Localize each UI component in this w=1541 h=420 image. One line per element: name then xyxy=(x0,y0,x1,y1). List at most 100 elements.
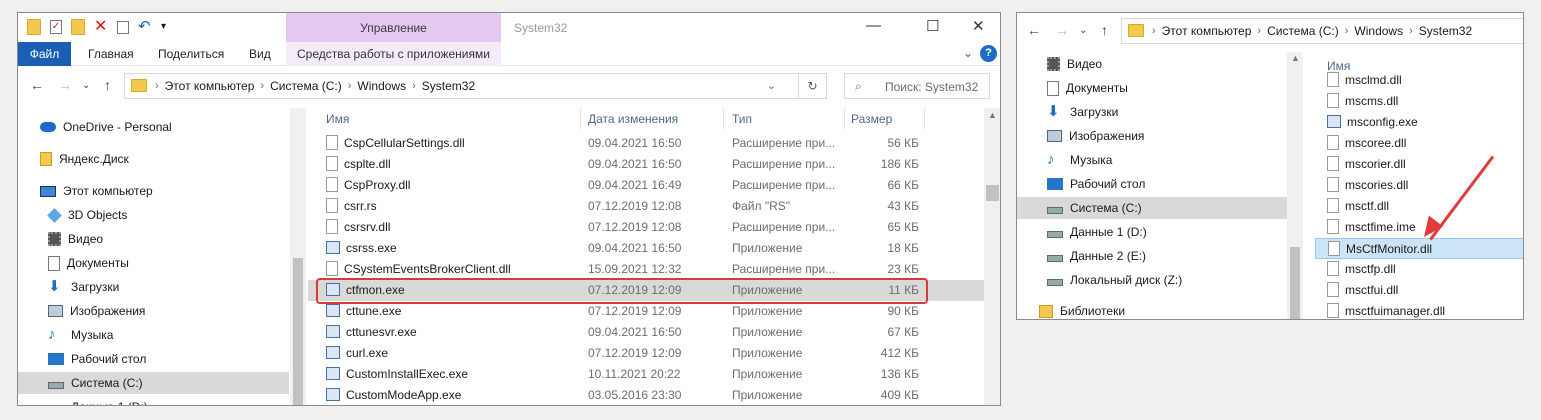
breadcrumb-system-c[interactable]: Система (C:) xyxy=(270,79,342,93)
maximize-button[interactable]: ☐ xyxy=(926,17,939,35)
file-row[interactable]: mscoree.dll xyxy=(1315,133,1523,154)
breadcrumb-system32[interactable]: System32 xyxy=(422,79,475,93)
search-input[interactable]: ⌕ Поиск: System32 xyxy=(844,73,990,99)
file-list-scroll-thumb[interactable] xyxy=(986,185,999,201)
tree-item[interactable]: Система (C:) xyxy=(18,372,289,394)
tree-item[interactable]: ⬇ Загрузки xyxy=(18,276,289,298)
file-row[interactable]: mscms.dll xyxy=(1315,91,1523,112)
delete-icon[interactable]: ✕ xyxy=(94,19,108,35)
forward-button[interactable]: → xyxy=(58,77,72,93)
tree-item[interactable]: Видео xyxy=(18,228,289,250)
forward-button[interactable]: → xyxy=(1055,22,1069,38)
new-folder-icon[interactable] xyxy=(71,19,85,35)
file-row[interactable]: MsCtfMonitor.dll xyxy=(1315,238,1523,259)
tree-item[interactable]: Изображения xyxy=(18,300,289,322)
scroll-up-icon[interactable]: ▲ xyxy=(988,110,997,120)
tree-item[interactable]: OneDrive - Personal xyxy=(18,116,289,138)
address-bar[interactable]: › Этот компьютер › Система (C:) › Window… xyxy=(124,73,827,99)
tree-item[interactable]: Яндекс.Диск xyxy=(18,148,289,170)
file-row[interactable]: msctfp.dll xyxy=(1315,259,1523,280)
tab-home[interactable]: Главная xyxy=(76,42,146,66)
properties-icon[interactable]: ✓ xyxy=(50,20,62,34)
file-row[interactable]: curl.exe 07.12.2019 12:09 Приложение 412 КБ xyxy=(308,343,984,364)
file-row[interactable]: csrsrv.dll 07.12.2019 12:08 Расширение при… xyxy=(308,217,984,238)
minimize-button[interactable]: — xyxy=(866,17,881,34)
up-button[interactable]: ↑ xyxy=(1101,22,1108,38)
recent-dropdown-icon[interactable]: ⌄ xyxy=(82,80,90,91)
tab-app-tools[interactable]: Средства работы с приложениями xyxy=(286,42,501,66)
tree-item[interactable]: Локальный диск (Z:) xyxy=(1017,269,1287,291)
address-dropdown-icon[interactable]: ⌄ xyxy=(767,79,776,92)
tree-item[interactable]: Библиотеки xyxy=(1017,300,1287,319)
file-list-scrollbar[interactable]: ▲ xyxy=(984,108,1000,405)
tab-file[interactable]: Файл xyxy=(18,42,71,66)
file-row[interactable]: msctf.dll xyxy=(1315,196,1523,217)
breadcrumb-this-pc[interactable]: Этот компьютер xyxy=(165,79,255,93)
rename-icon[interactable] xyxy=(117,20,129,34)
tree-item[interactable]: ♪ Музыка xyxy=(18,324,289,346)
breadcrumb-system-c[interactable]: Система (C:) xyxy=(1267,24,1339,38)
file-row[interactable]: cttune.exe 07.12.2019 12:09 Приложение 90 К… xyxy=(308,301,984,322)
tab-share[interactable]: Поделиться xyxy=(146,42,236,66)
breadcrumb-windows[interactable]: Windows xyxy=(357,79,406,93)
tree-item[interactable]: Документы xyxy=(1017,77,1287,99)
file-row[interactable]: CspProxy.dll 09.04.2021 16:49 Расширение п… xyxy=(308,175,984,196)
file-row[interactable]: mscories.dll xyxy=(1315,175,1523,196)
refresh-icon[interactable]: ↻ xyxy=(798,74,826,98)
tree-item[interactable]: 3D Objects xyxy=(18,204,289,226)
manage-tab[interactable]: Управление xyxy=(286,13,501,42)
file-row[interactable]: msclmd.dll xyxy=(1315,70,1523,91)
file-name: msctf.dll xyxy=(1327,196,1389,217)
tree-item[interactable]: Видео xyxy=(1017,53,1287,75)
tree-item[interactable]: Данные 2 (E:) xyxy=(1017,245,1287,267)
file-row[interactable]: cttunesvr.exe 09.04.2021 16:50 Приложение 6… xyxy=(308,322,984,343)
column-header-date[interactable]: Дата изменения xyxy=(588,108,678,130)
file-row[interactable]: CustomModeApp.exe 03.05.2016 23:30 Приложе… xyxy=(308,385,984,405)
folder-icon[interactable] xyxy=(27,19,41,35)
tree-item[interactable]: Данные 1 (D:) xyxy=(1017,221,1287,243)
file-row[interactable]: csrr.rs 07.12.2019 12:08 Файл "RS" 43 КБ xyxy=(308,196,984,217)
breadcrumb-windows[interactable]: Windows xyxy=(1354,24,1403,38)
navigation-scroll-thumb[interactable] xyxy=(1290,247,1300,319)
tree-item[interactable]: ♪ Музыка xyxy=(1017,149,1287,171)
sort-ascending-icon: ^ xyxy=(448,108,453,113)
tree-item[interactable]: Данные 1 (D:) xyxy=(18,396,289,405)
file-row[interactable]: msconfig.exe xyxy=(1315,112,1523,133)
file-row[interactable]: CspCellularSettings.dll 09.04.2021 16:50 Р… xyxy=(308,133,984,154)
tree-item[interactable]: Рабочий стол xyxy=(1017,173,1287,195)
file-row[interactable]: csplte.dll 09.04.2021 16:50 Расширение при… xyxy=(308,154,984,175)
navigation-scroll-thumb[interactable] xyxy=(293,258,303,405)
tree-item[interactable]: Этот компьютер xyxy=(18,180,289,202)
breadcrumb-this-pc[interactable]: Этот компьютер xyxy=(1162,24,1252,38)
column-header-name[interactable]: Имя xyxy=(326,108,349,130)
tree-item[interactable]: Система (C:) xyxy=(1017,197,1287,219)
close-button[interactable]: ✕ xyxy=(972,17,985,35)
tree-item[interactable]: Изображения xyxy=(1017,125,1287,147)
file-row[interactable]: msctfui.dll xyxy=(1315,280,1523,301)
navigation-scrollbar[interactable]: ▲ xyxy=(1287,52,1303,319)
ribbon-expand-icon[interactable]: ⌄ xyxy=(963,46,973,60)
music-icon: ♪ xyxy=(48,326,56,343)
back-button[interactable]: ← xyxy=(1027,22,1041,38)
file-name: cttunesvr.exe xyxy=(326,322,576,343)
column-header-type[interactable]: Тип xyxy=(732,108,752,130)
tree-item[interactable]: ⬇ Загрузки xyxy=(1017,101,1287,123)
customize-dropdown-icon[interactable]: ▾ xyxy=(161,19,175,35)
up-button[interactable]: ↑ xyxy=(104,77,111,93)
tab-view[interactable]: Вид xyxy=(237,42,283,66)
column-header-size[interactable]: Размер xyxy=(851,108,892,130)
file-row[interactable]: CSystemEventsBrokerClient.dll 15.09.2021 … xyxy=(308,259,984,280)
navigation-scrollbar[interactable] xyxy=(290,108,306,405)
file-row[interactable]: msctfuimanager.dll xyxy=(1315,301,1523,319)
tree-item[interactable]: Рабочий стол xyxy=(18,348,289,370)
file-row[interactable]: csrss.exe 09.04.2021 16:50 Приложение 18 КБ xyxy=(308,238,984,259)
scroll-up-icon[interactable]: ▲ xyxy=(1291,53,1300,63)
undo-icon[interactable]: ↶ xyxy=(138,19,152,35)
tree-item[interactable]: Документы xyxy=(18,252,289,274)
breadcrumb-system32[interactable]: System32 xyxy=(1419,24,1472,38)
recent-dropdown-icon[interactable]: ⌄ xyxy=(1079,25,1087,36)
back-button[interactable]: ← xyxy=(30,77,44,93)
file-row[interactable]: CustomInstallExec.exe 10.11.2021 20:22 При… xyxy=(308,364,984,385)
help-icon[interactable]: ? xyxy=(980,45,997,62)
address-bar[interactable]: › Этот компьютер › Система (C:) › Window… xyxy=(1121,18,1523,44)
